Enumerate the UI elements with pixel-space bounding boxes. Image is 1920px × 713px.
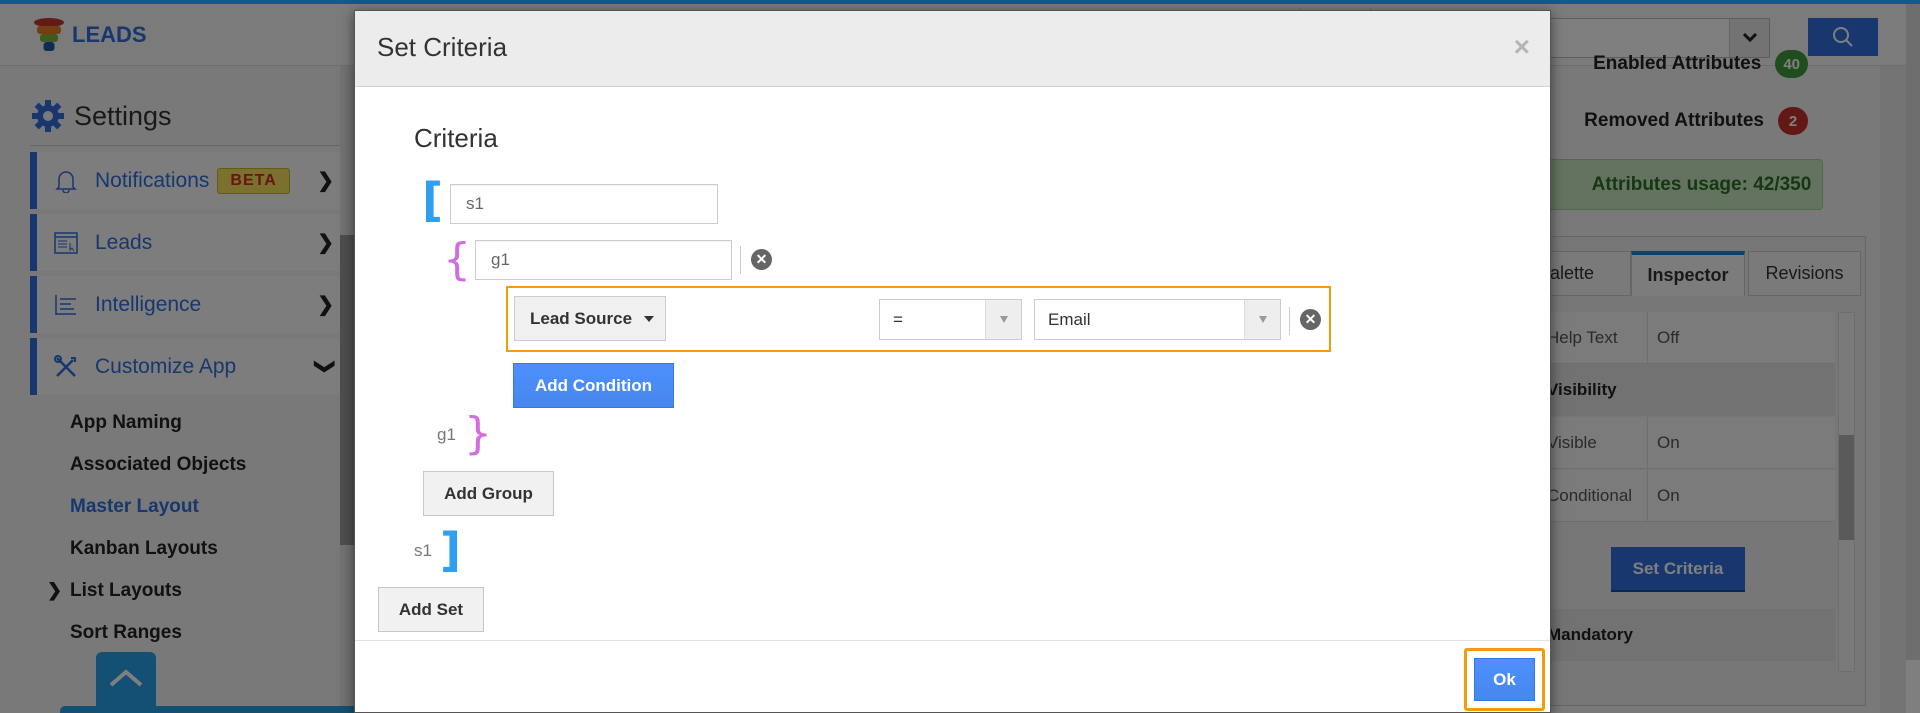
- close-icon[interactable]: ×: [1514, 33, 1530, 61]
- dialog-header: Set Criteria ×: [355, 11, 1550, 87]
- criteria-heading: Criteria: [414, 123, 498, 153]
- set-open-bracket: [: [422, 173, 444, 227]
- add-condition-button[interactable]: Add Condition: [513, 363, 674, 408]
- set-name-input[interactable]: [450, 184, 718, 224]
- condition-field-dropdown[interactable]: Lead Source: [514, 296, 666, 341]
- top-accent-line: [0, 0, 1920, 4]
- group-close-label: g1: [437, 425, 456, 444]
- divider: [740, 246, 741, 274]
- dialog-title: Set Criteria: [377, 32, 508, 62]
- set-criteria-dialog: Set Criteria × Criteria [ { ✕ Lead Sourc…: [354, 10, 1551, 713]
- add-group-button[interactable]: Add Group: [423, 471, 554, 516]
- condition-value: Email: [1048, 309, 1091, 329]
- remove-group-icon[interactable]: ✕: [751, 249, 772, 270]
- dropdown-arrow-icon: [985, 300, 1021, 339]
- condition-value-select[interactable]: Email: [1034, 299, 1281, 340]
- dialog-footer-divider: [355, 640, 1550, 641]
- ok-button[interactable]: Ok: [1474, 658, 1535, 701]
- dropdown-arrow-icon: [1244, 300, 1280, 339]
- group-open-brace: {: [443, 234, 471, 285]
- condition-operator-select[interactable]: =: [879, 299, 1022, 340]
- remove-condition-icon[interactable]: ✕: [1300, 309, 1321, 330]
- add-set-button[interactable]: Add Set: [378, 587, 484, 632]
- set-close-label: s1: [414, 541, 432, 560]
- caret-down-icon: [644, 315, 655, 322]
- condition-row: Lead Source = Email ✕: [506, 286, 1331, 352]
- group-close-brace: }: [464, 408, 492, 459]
- condition-field-label: Lead Source: [530, 308, 633, 328]
- divider: [1289, 307, 1290, 335]
- set-close-bracket: ]: [440, 523, 462, 577]
- condition-operator-value: =: [893, 309, 903, 329]
- group-name-input[interactable]: [475, 240, 732, 280]
